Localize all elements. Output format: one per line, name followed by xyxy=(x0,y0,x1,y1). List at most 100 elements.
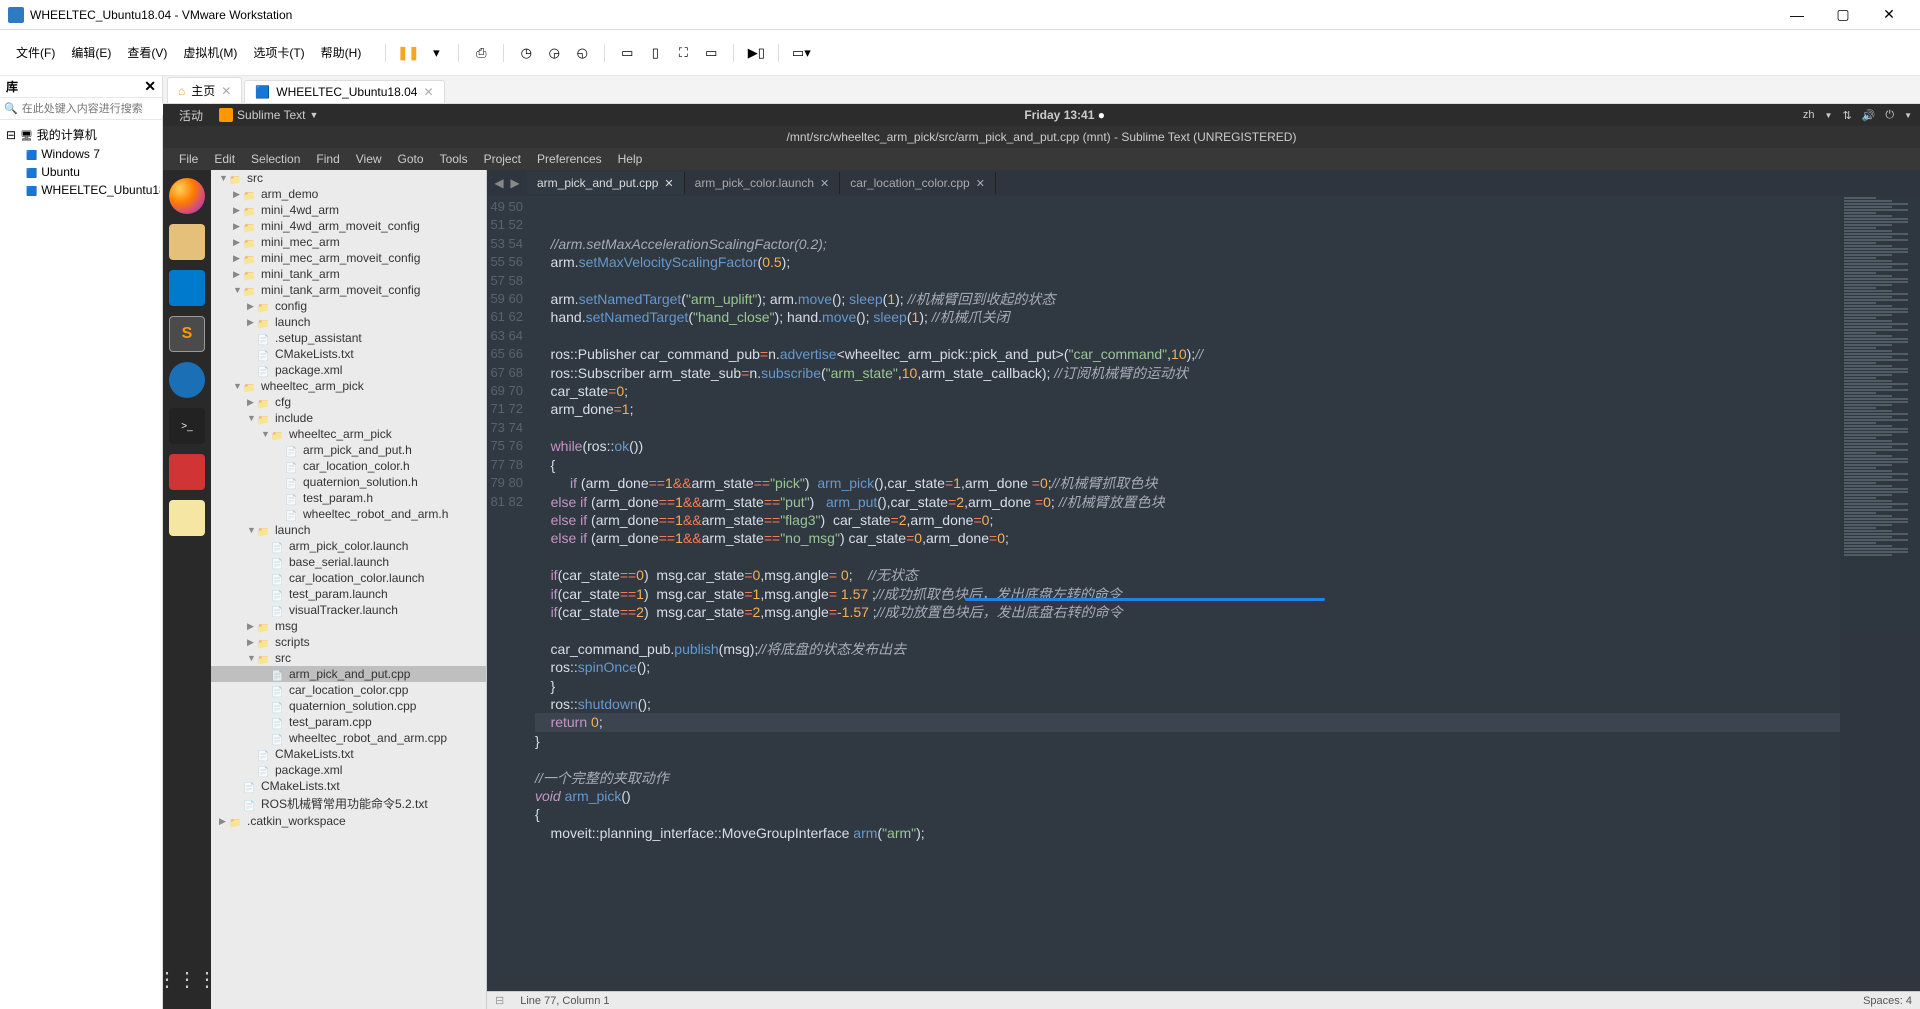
file-item[interactable]: ROS机械臂常用功能命令5.2.txt xyxy=(211,794,486,813)
folder-item[interactable]: ▶launch xyxy=(211,314,486,330)
menu-tools[interactable]: Tools xyxy=(432,152,476,166)
close-icon[interactable]: ✕ xyxy=(820,177,829,190)
file-item[interactable]: visualTracker.launch xyxy=(211,602,486,618)
minimize-button[interactable]: — xyxy=(1774,0,1820,30)
show-apps-icon[interactable]: ⋮⋮⋮ xyxy=(169,961,205,997)
menu-help[interactable]: 帮助(H) xyxy=(313,44,370,61)
files-icon[interactable] xyxy=(169,224,205,260)
firefox-icon[interactable] xyxy=(169,178,205,214)
close-icon[interactable]: ✕ xyxy=(423,85,433,99)
file-item[interactable]: arm_pick_color.launch xyxy=(211,538,486,554)
folder-item[interactable]: ▼launch xyxy=(211,522,486,538)
close-icon[interactable]: ✕ xyxy=(221,84,231,98)
sublime-icon[interactable]: S xyxy=(169,316,205,352)
menu-file[interactable]: 文件(F) xyxy=(8,44,63,61)
pause-icon[interactable]: ❚❚ xyxy=(396,41,420,65)
menu-project[interactable]: Project xyxy=(476,152,529,166)
nav-fwd-icon[interactable]: ▶ xyxy=(510,176,519,190)
tree-root[interactable]: ⊟我的计算机 xyxy=(2,124,160,145)
folder-item[interactable]: ▼src xyxy=(211,170,486,186)
tab-vm[interactable]: 🟦WHEELTEC_Ubuntu18.04✕ xyxy=(244,80,444,103)
minimap[interactable] xyxy=(1840,196,1920,991)
folder-item[interactable]: ▶.catkin_workspace xyxy=(211,813,486,829)
close-icon[interactable]: ✕ xyxy=(976,177,985,190)
file-item[interactable]: car_location_color.cpp xyxy=(211,682,486,698)
file-item[interactable]: package.xml xyxy=(211,362,486,378)
system-tray[interactable]: zh▼ ⇅ 🔊 ⏻ ▼ xyxy=(1803,109,1912,122)
code-area[interactable]: //arm.setMaxAccelerationScalingFactor(0.… xyxy=(535,196,1840,991)
file-item[interactable]: quaternion_solution.h xyxy=(211,474,486,490)
file-item[interactable]: arm_pick_and_put.h xyxy=(211,442,486,458)
editor-tab[interactable]: arm_pick_color.launch✕ xyxy=(685,172,841,194)
screen-icon[interactable]: ▭ xyxy=(615,41,639,65)
fullscreen-icon[interactable]: ▶▯ xyxy=(744,41,768,65)
close-icon[interactable]: ✕ xyxy=(144,78,156,95)
folder-item[interactable]: ▶config xyxy=(211,298,486,314)
notes-icon[interactable] xyxy=(169,500,205,536)
lang-indicator[interactable]: zh xyxy=(1803,109,1815,121)
editor-tab[interactable]: car_location_color.cpp✕ xyxy=(840,172,996,194)
file-item[interactable]: test_param.h xyxy=(211,490,486,506)
app-indicator[interactable]: Sublime Text▼ xyxy=(211,108,326,122)
menu-vm[interactable]: 虚拟机(M) xyxy=(175,44,245,61)
search-input[interactable] xyxy=(22,103,164,115)
menu-selection[interactable]: Selection xyxy=(243,152,308,166)
clock[interactable]: Friday 13:41 ● xyxy=(326,108,1802,122)
tool-icon[interactable]: ◵ xyxy=(570,41,594,65)
library-search[interactable]: 🔍 ▼ xyxy=(0,98,162,120)
file-item[interactable]: test_param.cpp xyxy=(211,714,486,730)
tree-vm[interactable]: Windows 7 xyxy=(2,145,160,163)
tool-icon[interactable]: ◶ xyxy=(542,41,566,65)
file-item[interactable]: car_location_color.launch xyxy=(211,570,486,586)
file-item[interactable]: package.xml xyxy=(211,762,486,778)
menu-view[interactable]: 查看(V) xyxy=(119,44,175,61)
file-item[interactable]: car_location_color.h xyxy=(211,458,486,474)
nav-back-icon[interactable]: ◀ xyxy=(494,176,503,190)
menu-tabs[interactable]: 选项卡(T) xyxy=(245,44,312,61)
file-item[interactable]: base_serial.launch xyxy=(211,554,486,570)
menu-edit[interactable]: Edit xyxy=(206,152,243,166)
file-item[interactable]: CMakeLists.txt xyxy=(211,778,486,794)
folder-item[interactable]: ▶mini_4wd_arm_moveit_config xyxy=(211,218,486,234)
menu-help[interactable]: Help xyxy=(610,152,651,166)
folder-item[interactable]: ▶mini_4wd_arm xyxy=(211,202,486,218)
screen-icon[interactable]: ▭ xyxy=(699,41,723,65)
screen-icon[interactable]: ⛶ xyxy=(671,41,695,65)
menu-file[interactable]: File xyxy=(171,152,206,166)
folder-item[interactable]: ▼wheeltec_arm_pick xyxy=(211,378,486,394)
close-button[interactable]: ✕ xyxy=(1866,0,1912,30)
tree-vm[interactable]: WHEELTEC_Ubuntu18. xyxy=(2,181,160,199)
file-item[interactable]: .setup_assistant xyxy=(211,330,486,346)
terminal-icon[interactable]: >_ xyxy=(169,408,205,444)
folder-item[interactable]: ▼wheeltec_arm_pick xyxy=(211,426,486,442)
tree-vm[interactable]: Ubuntu xyxy=(2,163,160,181)
folder-item[interactable]: ▼mini_tank_arm_moveit_config xyxy=(211,282,486,298)
folder-item[interactable]: ▶mini_tank_arm xyxy=(211,266,486,282)
close-icon[interactable]: ✕ xyxy=(664,177,673,190)
menu-edit[interactable]: 编辑(E) xyxy=(63,44,119,61)
extra-icon[interactable]: ▭▾ xyxy=(789,41,813,65)
folder-item[interactable]: ▼src xyxy=(211,650,486,666)
folder-item[interactable]: ▶cfg xyxy=(211,394,486,410)
app-icon[interactable] xyxy=(169,362,205,398)
folder-item[interactable]: ▼include xyxy=(211,410,486,426)
file-item[interactable]: CMakeLists.txt xyxy=(211,346,486,362)
menu-view[interactable]: View xyxy=(348,152,390,166)
tool-icon[interactable]: ◷ xyxy=(514,41,538,65)
folder-item[interactable]: ▶mini_mec_arm xyxy=(211,234,486,250)
app-icon[interactable] xyxy=(169,454,205,490)
menu-goto[interactable]: Goto xyxy=(390,152,432,166)
tab-home[interactable]: ⌂主页✕ xyxy=(167,77,242,103)
dropdown-icon[interactable]: ▾ xyxy=(424,41,448,65)
editor-tab[interactable]: arm_pick_and_put.cpp✕ xyxy=(527,172,685,194)
send-icon[interactable]: ⎙ xyxy=(469,41,493,65)
folder-item[interactable]: ▶mini_mec_arm_moveit_config xyxy=(211,250,486,266)
file-item[interactable]: quaternion_solution.cpp xyxy=(211,698,486,714)
file-item[interactable]: wheeltec_robot_and_arm.cpp xyxy=(211,730,486,746)
screen-icon[interactable]: ▯ xyxy=(643,41,667,65)
vscode-icon[interactable] xyxy=(169,270,205,306)
file-item[interactable]: wheeltec_robot_and_arm.h xyxy=(211,506,486,522)
activities-button[interactable]: 活动 xyxy=(171,107,211,124)
menu-find[interactable]: Find xyxy=(308,152,347,166)
file-item[interactable]: arm_pick_and_put.cpp xyxy=(211,666,486,682)
